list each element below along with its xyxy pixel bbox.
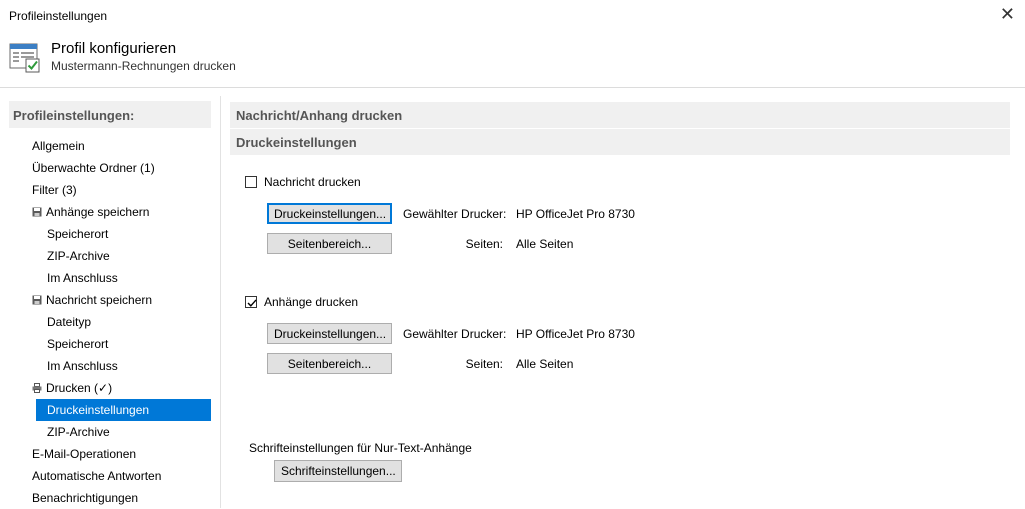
sidebar-item-anhaenge-speichern[interactable]: Anhänge speichern — [32, 201, 149, 223]
sidebar-divider — [220, 96, 221, 508]
subsection-header: Druckeinstellungen — [230, 129, 1010, 155]
attachments-printer-label: Gewählter Drucker: — [403, 327, 507, 341]
sidebar-item-zip-archive-1[interactable]: ZIP-Archive — [47, 245, 110, 267]
message-pages-value: Alle Seiten — [516, 237, 574, 251]
sidebar-item-ueberwachte-ordner[interactable]: Überwachte Ordner (1) — [32, 157, 155, 179]
sidebar-item-speicherort-2[interactable]: Speicherort — [47, 333, 108, 355]
print-attachments-label: Anhänge drucken — [264, 295, 359, 309]
checkbox-box[interactable] — [245, 176, 257, 188]
window-title: Profileinstellungen — [9, 9, 108, 23]
attachments-page-range-button[interactable]: Seitenbereich... — [267, 353, 392, 374]
checkmark-icon — [247, 299, 257, 307]
sidebar-item-email-operationen[interactable]: E-Mail-Operationen — [32, 443, 136, 465]
sidebar-item-druckeinstellungen[interactable]: Druckeinstellungen — [36, 399, 211, 421]
sidebar-item-nachricht-speichern[interactable]: Nachricht speichern — [32, 289, 152, 311]
sidebar-item-zip-archive-2[interactable]: ZIP-Archive — [47, 421, 110, 443]
print-message-checkbox[interactable]: Nachricht drucken — [245, 175, 361, 189]
checkbox-box-checked[interactable] — [245, 296, 257, 308]
sidebar-item-filter[interactable]: Filter (3) — [32, 179, 77, 201]
close-icon[interactable]: ✕ — [1000, 5, 1015, 23]
attachments-pages-label: Seiten: — [465, 357, 503, 371]
profile-settings-icon — [9, 41, 41, 73]
sidebar: Profileinstellungen: Allgemein Überwacht… — [0, 88, 220, 508]
sidebar-item-allgemein[interactable]: Allgemein — [32, 135, 85, 157]
section-header: Nachricht/Anhang drucken — [230, 102, 1010, 128]
section-title: Nachricht/Anhang drucken — [236, 108, 403, 123]
message-printer-value: HP OfficeJet Pro 8730 — [516, 207, 635, 221]
sidebar-item-im-anschluss-2[interactable]: Im Anschluss — [47, 355, 118, 377]
sidebar-item-automatische-antworten[interactable]: Automatische Antworten — [32, 465, 161, 487]
title-bar: Profileinstellungen ✕ — [0, 0, 1025, 31]
print-message-label: Nachricht drucken — [264, 175, 361, 189]
save-icon — [32, 290, 42, 305]
message-print-settings-button[interactable]: Druckeinstellungen... — [267, 203, 392, 224]
printer-icon — [32, 378, 42, 393]
sidebar-item-drucken[interactable]: Drucken (✓) — [32, 377, 112, 399]
save-icon — [32, 202, 42, 217]
sidebar-item-speicherort-1[interactable]: Speicherort — [47, 223, 108, 245]
message-printer-label: Gewählter Drucker: — [403, 207, 507, 221]
font-settings-button[interactable]: Schrifteinstellungen... — [274, 460, 402, 482]
subsection-title: Druckeinstellungen — [236, 135, 357, 150]
page-title: Profil konfigurieren — [51, 40, 177, 57]
font-settings-label: Schrifteinstellungen für Nur-Text-Anhäng… — [249, 441, 472, 455]
attachments-print-settings-button[interactable]: Druckeinstellungen... — [267, 323, 392, 344]
page-subtitle: Mustermann-Rechnungen drucken — [51, 59, 236, 73]
sidebar-item-im-anschluss-1[interactable]: Im Anschluss — [47, 267, 118, 289]
message-pages-label: Seiten: — [465, 237, 503, 251]
message-page-range-button[interactable]: Seitenbereich... — [267, 233, 392, 254]
sidebar-heading-label: Profileinstellungen: — [13, 108, 135, 123]
dialog-header: Profil konfigurieren Mustermann-Rechnung… — [0, 32, 1025, 87]
attachments-pages-value: Alle Seiten — [516, 357, 574, 371]
attachments-printer-value: HP OfficeJet Pro 8730 — [516, 327, 635, 341]
sidebar-heading: Profileinstellungen: — [9, 101, 211, 128]
sidebar-item-dateityp[interactable]: Dateityp — [47, 311, 91, 333]
print-attachments-checkbox[interactable]: Anhänge drucken — [245, 295, 358, 309]
sidebar-item-benachrichtigungen[interactable]: Benachrichtigungen — [32, 487, 138, 509]
